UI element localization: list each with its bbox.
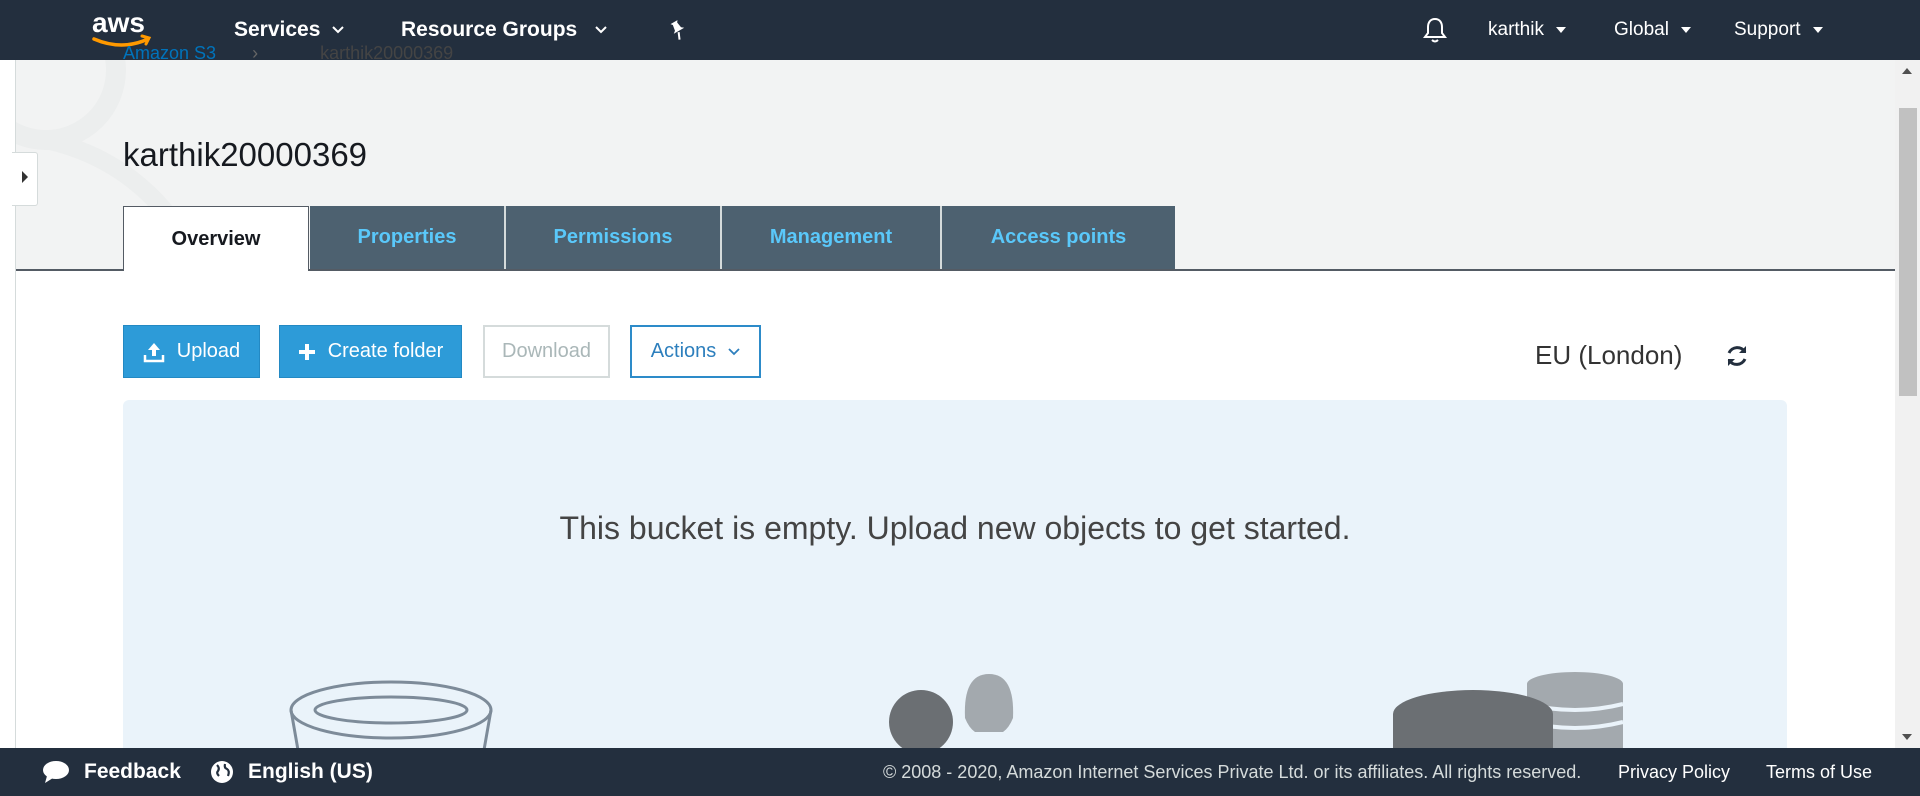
pin-icon[interactable]: [668, 0, 688, 60]
users-illustration: [889, 674, 1014, 748]
global-region-menu[interactable]: Global: [1614, 0, 1691, 60]
breadcrumb: Amazon S3 › karthik20000369: [123, 43, 453, 64]
speech-bubble-icon: [42, 760, 70, 784]
chevron-down-icon: [332, 26, 345, 34]
tab-properties[interactable]: Properties: [310, 206, 506, 269]
scroll-down-arrow[interactable]: [1902, 734, 1912, 740]
bell-icon[interactable]: [1422, 0, 1448, 60]
page-title: karthik20000369: [123, 136, 368, 173]
global-label: Global: [1614, 19, 1669, 40]
support-menu[interactable]: Support: [1734, 0, 1823, 60]
upload-button[interactable]: Upload: [123, 325, 260, 378]
feedback-label: Feedback: [84, 760, 181, 783]
terms-of-use-link[interactable]: Terms of Use: [1766, 748, 1872, 796]
tab-overview[interactable]: Overview: [123, 206, 309, 271]
actions-label: Actions: [650, 340, 717, 362]
download-button[interactable]: Download: [483, 325, 610, 378]
upload-label: Upload: [176, 340, 241, 362]
svg-text:aws: aws: [92, 7, 145, 38]
services-label: Services: [234, 18, 321, 41]
database-illustration: [1393, 672, 1624, 748]
user-menu[interactable]: karthik: [1488, 0, 1566, 60]
actions-dropdown[interactable]: Actions: [630, 325, 761, 378]
scroll-thumb[interactable]: [1899, 108, 1917, 396]
resource-groups-label: Resource Groups: [401, 18, 578, 41]
empty-bucket-panel: This bucket is empty. Upload new objects…: [123, 400, 1787, 748]
language-label: English (US): [248, 760, 373, 783]
plus-icon: [298, 343, 316, 361]
bucket-region-label: EU (London): [1535, 340, 1683, 370]
create-folder-button[interactable]: Create folder: [279, 325, 462, 378]
tab-management[interactable]: Management: [722, 206, 942, 269]
chevron-down-icon: [595, 26, 607, 34]
support-label: Support: [1734, 19, 1801, 40]
breadcrumb-root-link[interactable]: Amazon S3: [123, 43, 216, 63]
bucket-illustration: [289, 680, 493, 748]
globe-icon: [210, 760, 234, 784]
caret-down-icon: [1680, 27, 1691, 33]
copyright-text: © 2008 - 2020, Amazon Internet Services …: [883, 761, 1582, 782]
feedback-button[interactable]: Feedback: [42, 748, 181, 796]
language-selector[interactable]: English (US): [210, 748, 373, 796]
upload-icon: [143, 341, 165, 363]
expand-arrow-icon: [21, 170, 29, 189]
vertical-scrollbar[interactable]: [1895, 60, 1920, 748]
chevron-down-icon: [728, 347, 740, 356]
breadcrumb-separator: ›: [252, 43, 259, 63]
tab-permissions[interactable]: Permissions: [506, 206, 722, 269]
footer-bar: Feedback English (US) © 2008 - 2020, Ama…: [0, 748, 1920, 796]
create-folder-label: Create folder: [327, 340, 444, 362]
user-label: karthik: [1488, 19, 1544, 40]
expand-sidebar-button[interactable]: [12, 152, 38, 206]
breadcrumb-current: karthik20000369: [320, 43, 454, 63]
refresh-icon[interactable]: [1724, 343, 1750, 374]
scroll-up-arrow[interactable]: [1902, 68, 1912, 74]
tab-access-points[interactable]: Access points: [942, 206, 1175, 269]
caret-down-icon: [1555, 27, 1566, 33]
caret-down-icon: [1812, 27, 1823, 33]
privacy-policy-link[interactable]: Privacy Policy: [1618, 748, 1730, 796]
empty-bucket-message: This bucket is empty. Upload new objects…: [559, 510, 1351, 546]
